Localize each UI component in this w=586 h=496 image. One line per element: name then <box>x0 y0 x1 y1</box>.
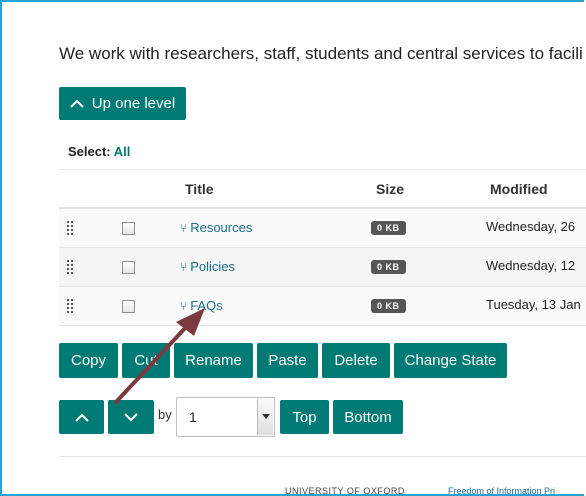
annotation-arrow-icon <box>114 308 205 404</box>
